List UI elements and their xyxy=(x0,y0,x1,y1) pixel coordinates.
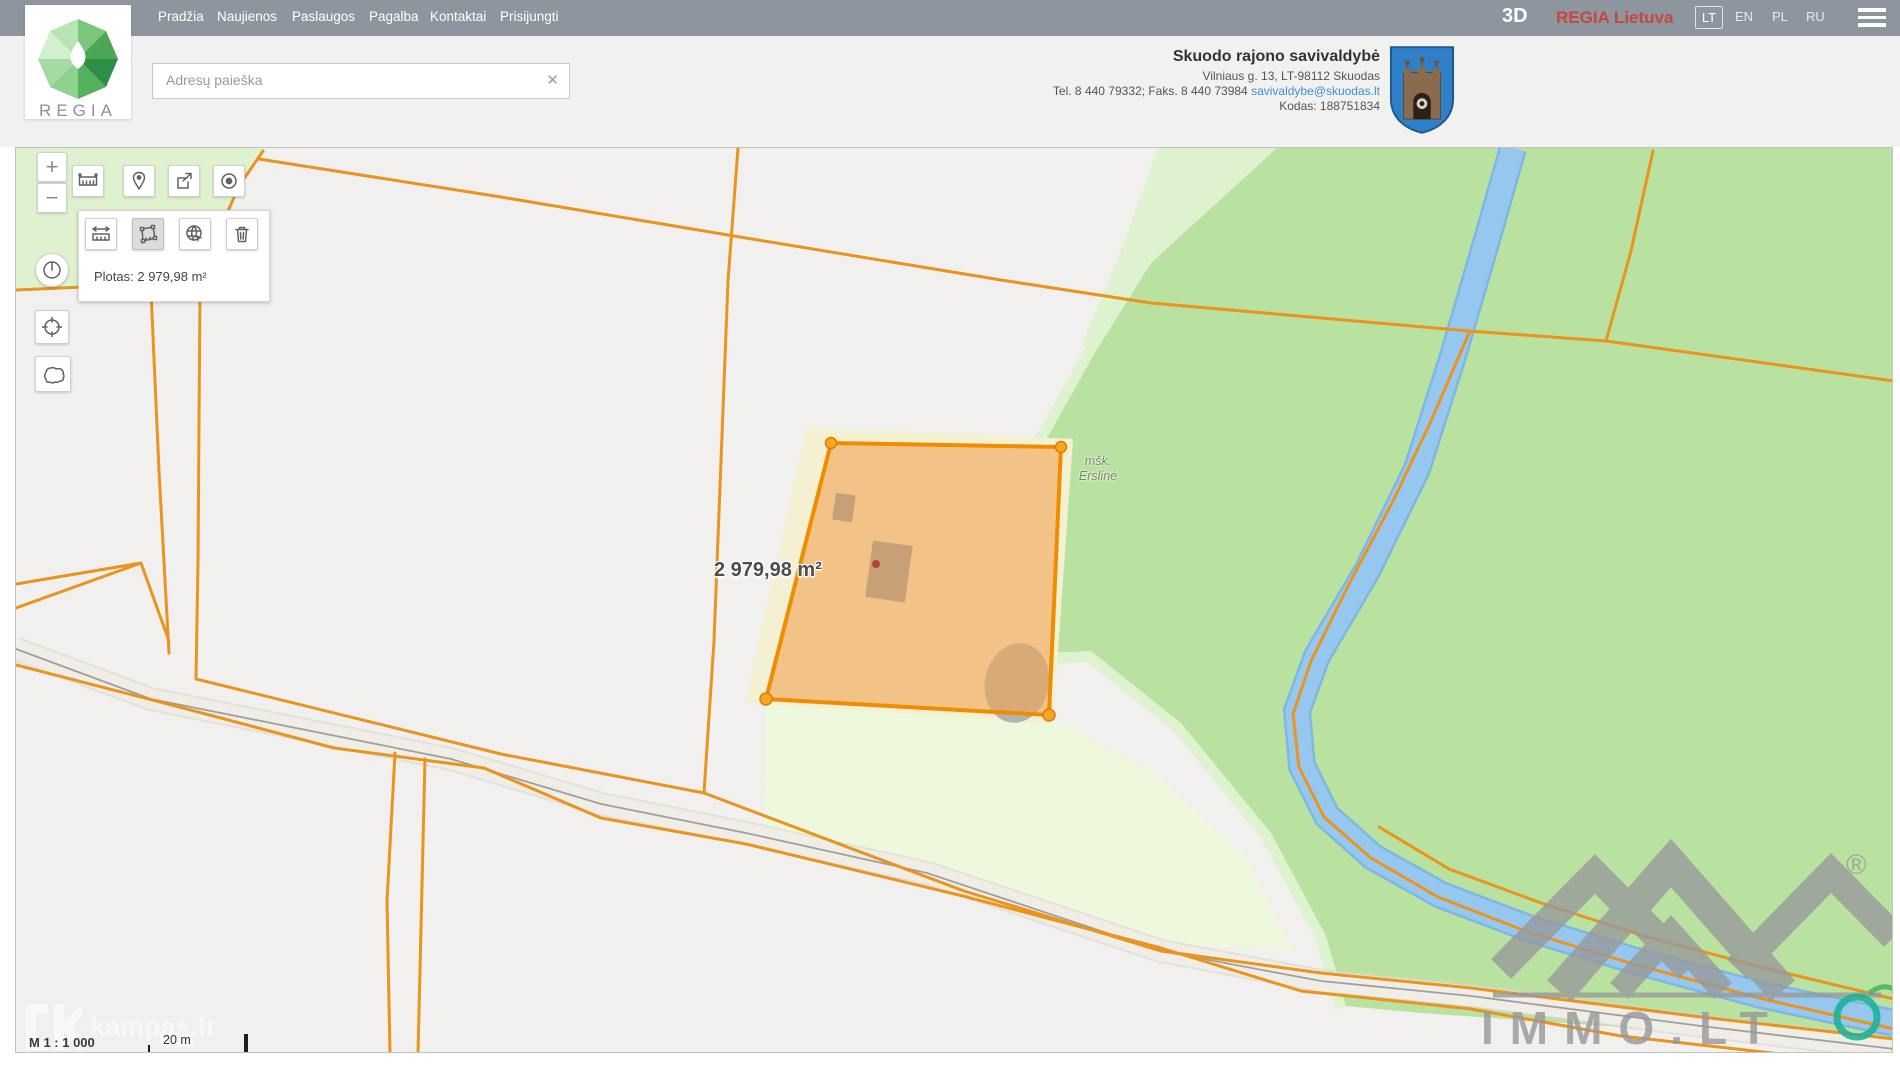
lang-lt-button[interactable]: LT xyxy=(1695,6,1723,29)
address-search[interactable]: Adresų paieška ✕ xyxy=(152,63,570,99)
select-on-map-button[interactable] xyxy=(179,218,211,250)
select-point-button[interactable] xyxy=(213,165,245,197)
municipality-info: Skuodo rajono savivaldybė Vilniaus g. 13… xyxy=(820,48,1380,114)
building-large xyxy=(865,540,913,602)
forest-name-label: mšk.Erslinė xyxy=(1068,454,1128,484)
add-marker-button[interactable] xyxy=(123,165,155,197)
building-small xyxy=(832,493,856,523)
search-placeholder: Adresų paieška xyxy=(166,72,263,88)
lithuania-extent-button[interactable] xyxy=(35,356,71,392)
zoom-out-button[interactable]: − xyxy=(37,183,67,213)
nav-item-pradzia[interactable]: Pradžia xyxy=(158,9,204,24)
menu-icon[interactable] xyxy=(1858,8,1886,28)
regia-lietuva-link[interactable]: REGIA Lietuva xyxy=(1556,8,1673,28)
lang-en-button[interactable]: EN xyxy=(1735,9,1753,24)
registered-mark: ® xyxy=(1846,849,1867,881)
nav-item-kontaktai[interactable]: Kontaktai xyxy=(430,9,486,24)
zoom-in-button[interactable]: + xyxy=(37,152,67,182)
nav-item-prisijungti[interactable]: Prisijungti xyxy=(500,9,559,24)
regia-logo[interactable]: REGIA xyxy=(25,5,131,119)
measure-area-button[interactable] xyxy=(132,218,164,250)
view-3d-button[interactable]: 3D xyxy=(1502,5,1528,28)
municipality-address: Vilniaus g. 13, LT-98112 Skuodas xyxy=(820,69,1380,84)
lang-pl-button[interactable]: PL xyxy=(1772,9,1788,24)
area-measure-icon xyxy=(138,224,158,244)
nav-item-pagalba[interactable]: Pagalba xyxy=(369,9,419,24)
top-navbar: Pradžia Naujienos Paslaugos Pagalba Kont… xyxy=(0,0,1900,36)
delete-icon xyxy=(234,225,250,243)
area-measurement-label: 2 979,98 m² xyxy=(714,559,822,582)
municipality-name: Skuodo rajono savivaldybė xyxy=(820,48,1380,66)
area-result-text: Plotas: 2 979,98 m² xyxy=(94,269,207,284)
scale-bar: 20 m xyxy=(148,1031,248,1053)
marker-icon xyxy=(131,171,147,191)
map-viewport[interactable]: 2 979,98 m² mšk.Erslinė IMMO.LT ® kampas… xyxy=(15,147,1893,1053)
measure-point xyxy=(872,560,880,568)
share-icon xyxy=(175,172,193,190)
crosshair-icon xyxy=(42,317,62,337)
nav-item-naujienos[interactable]: Naujienos xyxy=(217,9,277,24)
immo-watermark-text: IMMO.LT xyxy=(1481,1001,1784,1053)
clock-icon xyxy=(42,260,62,280)
target-icon xyxy=(220,172,238,190)
municipality-coat-of-arms xyxy=(1388,44,1456,136)
page: Pradžia Naujienos Paslaugos Pagalba Kont… xyxy=(0,0,1900,1069)
measure-width-button[interactable] xyxy=(85,218,117,250)
measurement-panel: Plotas: 2 979,98 m² xyxy=(78,210,270,302)
regia-gem-icon xyxy=(25,11,131,107)
map-scale-text: M 1 : 1 000 xyxy=(29,1035,95,1050)
measure-distance-button[interactable] xyxy=(72,165,104,197)
map-canvas[interactable] xyxy=(16,148,1893,1053)
clear-search-icon[interactable]: ✕ xyxy=(546,71,559,89)
geolocation-button[interactable] xyxy=(35,310,69,344)
lang-ru-button[interactable]: RU xyxy=(1806,9,1825,24)
lithuania-outline-icon xyxy=(41,363,65,385)
globe-select-icon xyxy=(185,224,205,244)
share-button[interactable] xyxy=(168,165,200,197)
scale-bar-label: 20 m xyxy=(160,1033,194,1047)
default-view-button[interactable] xyxy=(35,253,69,287)
distance-measure-icon xyxy=(78,172,98,190)
clear-measurement-button[interactable] xyxy=(226,218,258,250)
width-measure-icon xyxy=(91,225,111,243)
municipality-email-link[interactable]: savivaldybe@skuodas.lt xyxy=(1251,84,1380,98)
regia-logo-label: REGIA xyxy=(25,101,131,121)
nav-item-paslaugos[interactable]: Paslaugos xyxy=(292,9,355,24)
municipality-phone: Tel. 8 440 79332; Faks. 8 440 73984 xyxy=(1053,84,1248,98)
municipality-code: Kodas: 188751834 xyxy=(820,99,1380,114)
